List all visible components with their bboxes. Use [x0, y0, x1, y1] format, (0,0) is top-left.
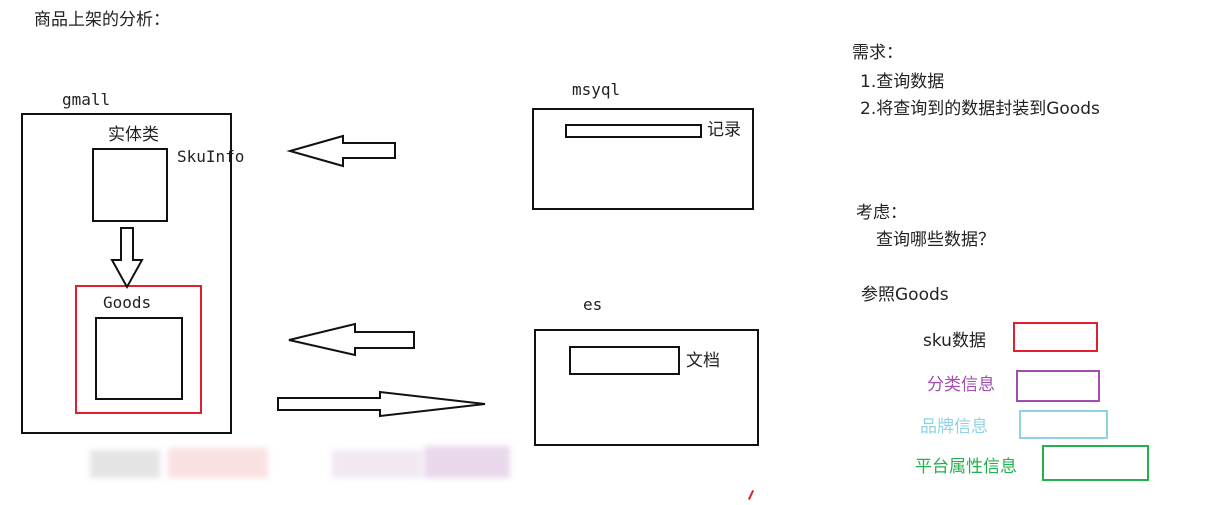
legend-swatch-attributes	[1042, 445, 1149, 481]
legend-swatch-brand	[1019, 410, 1108, 439]
blurred-region	[424, 446, 510, 478]
legend-swatch-sku	[1013, 322, 1098, 352]
requirement-item-1: 1.查询数据	[860, 72, 945, 92]
blurred-region	[168, 448, 268, 478]
legend-label-category: 分类信息	[927, 375, 995, 395]
arrow-gmall-to-es	[277, 390, 486, 418]
arrow-skuinfo-to-goods	[110, 227, 144, 290]
arrow-es-to-gmall	[288, 322, 415, 357]
requirements-heading: 需求：	[852, 43, 903, 63]
reference-label: 参照Goods	[861, 285, 949, 305]
legend-label-sku: sku数据	[923, 331, 986, 351]
legend-swatch-category	[1016, 370, 1100, 402]
consider-heading: 考虑：	[856, 203, 907, 223]
arrow-mysql-to-gmall	[286, 134, 396, 168]
blurred-region	[90, 450, 160, 478]
requirement-item-2: 2.将查询到的数据封装到Goods	[860, 99, 1100, 119]
consider-question: 查询哪些数据？	[876, 230, 995, 250]
legend-label-attributes: 平台属性信息	[915, 457, 1017, 477]
blurred-region	[332, 450, 422, 478]
legend-label-brand: 品牌信息	[920, 417, 988, 437]
